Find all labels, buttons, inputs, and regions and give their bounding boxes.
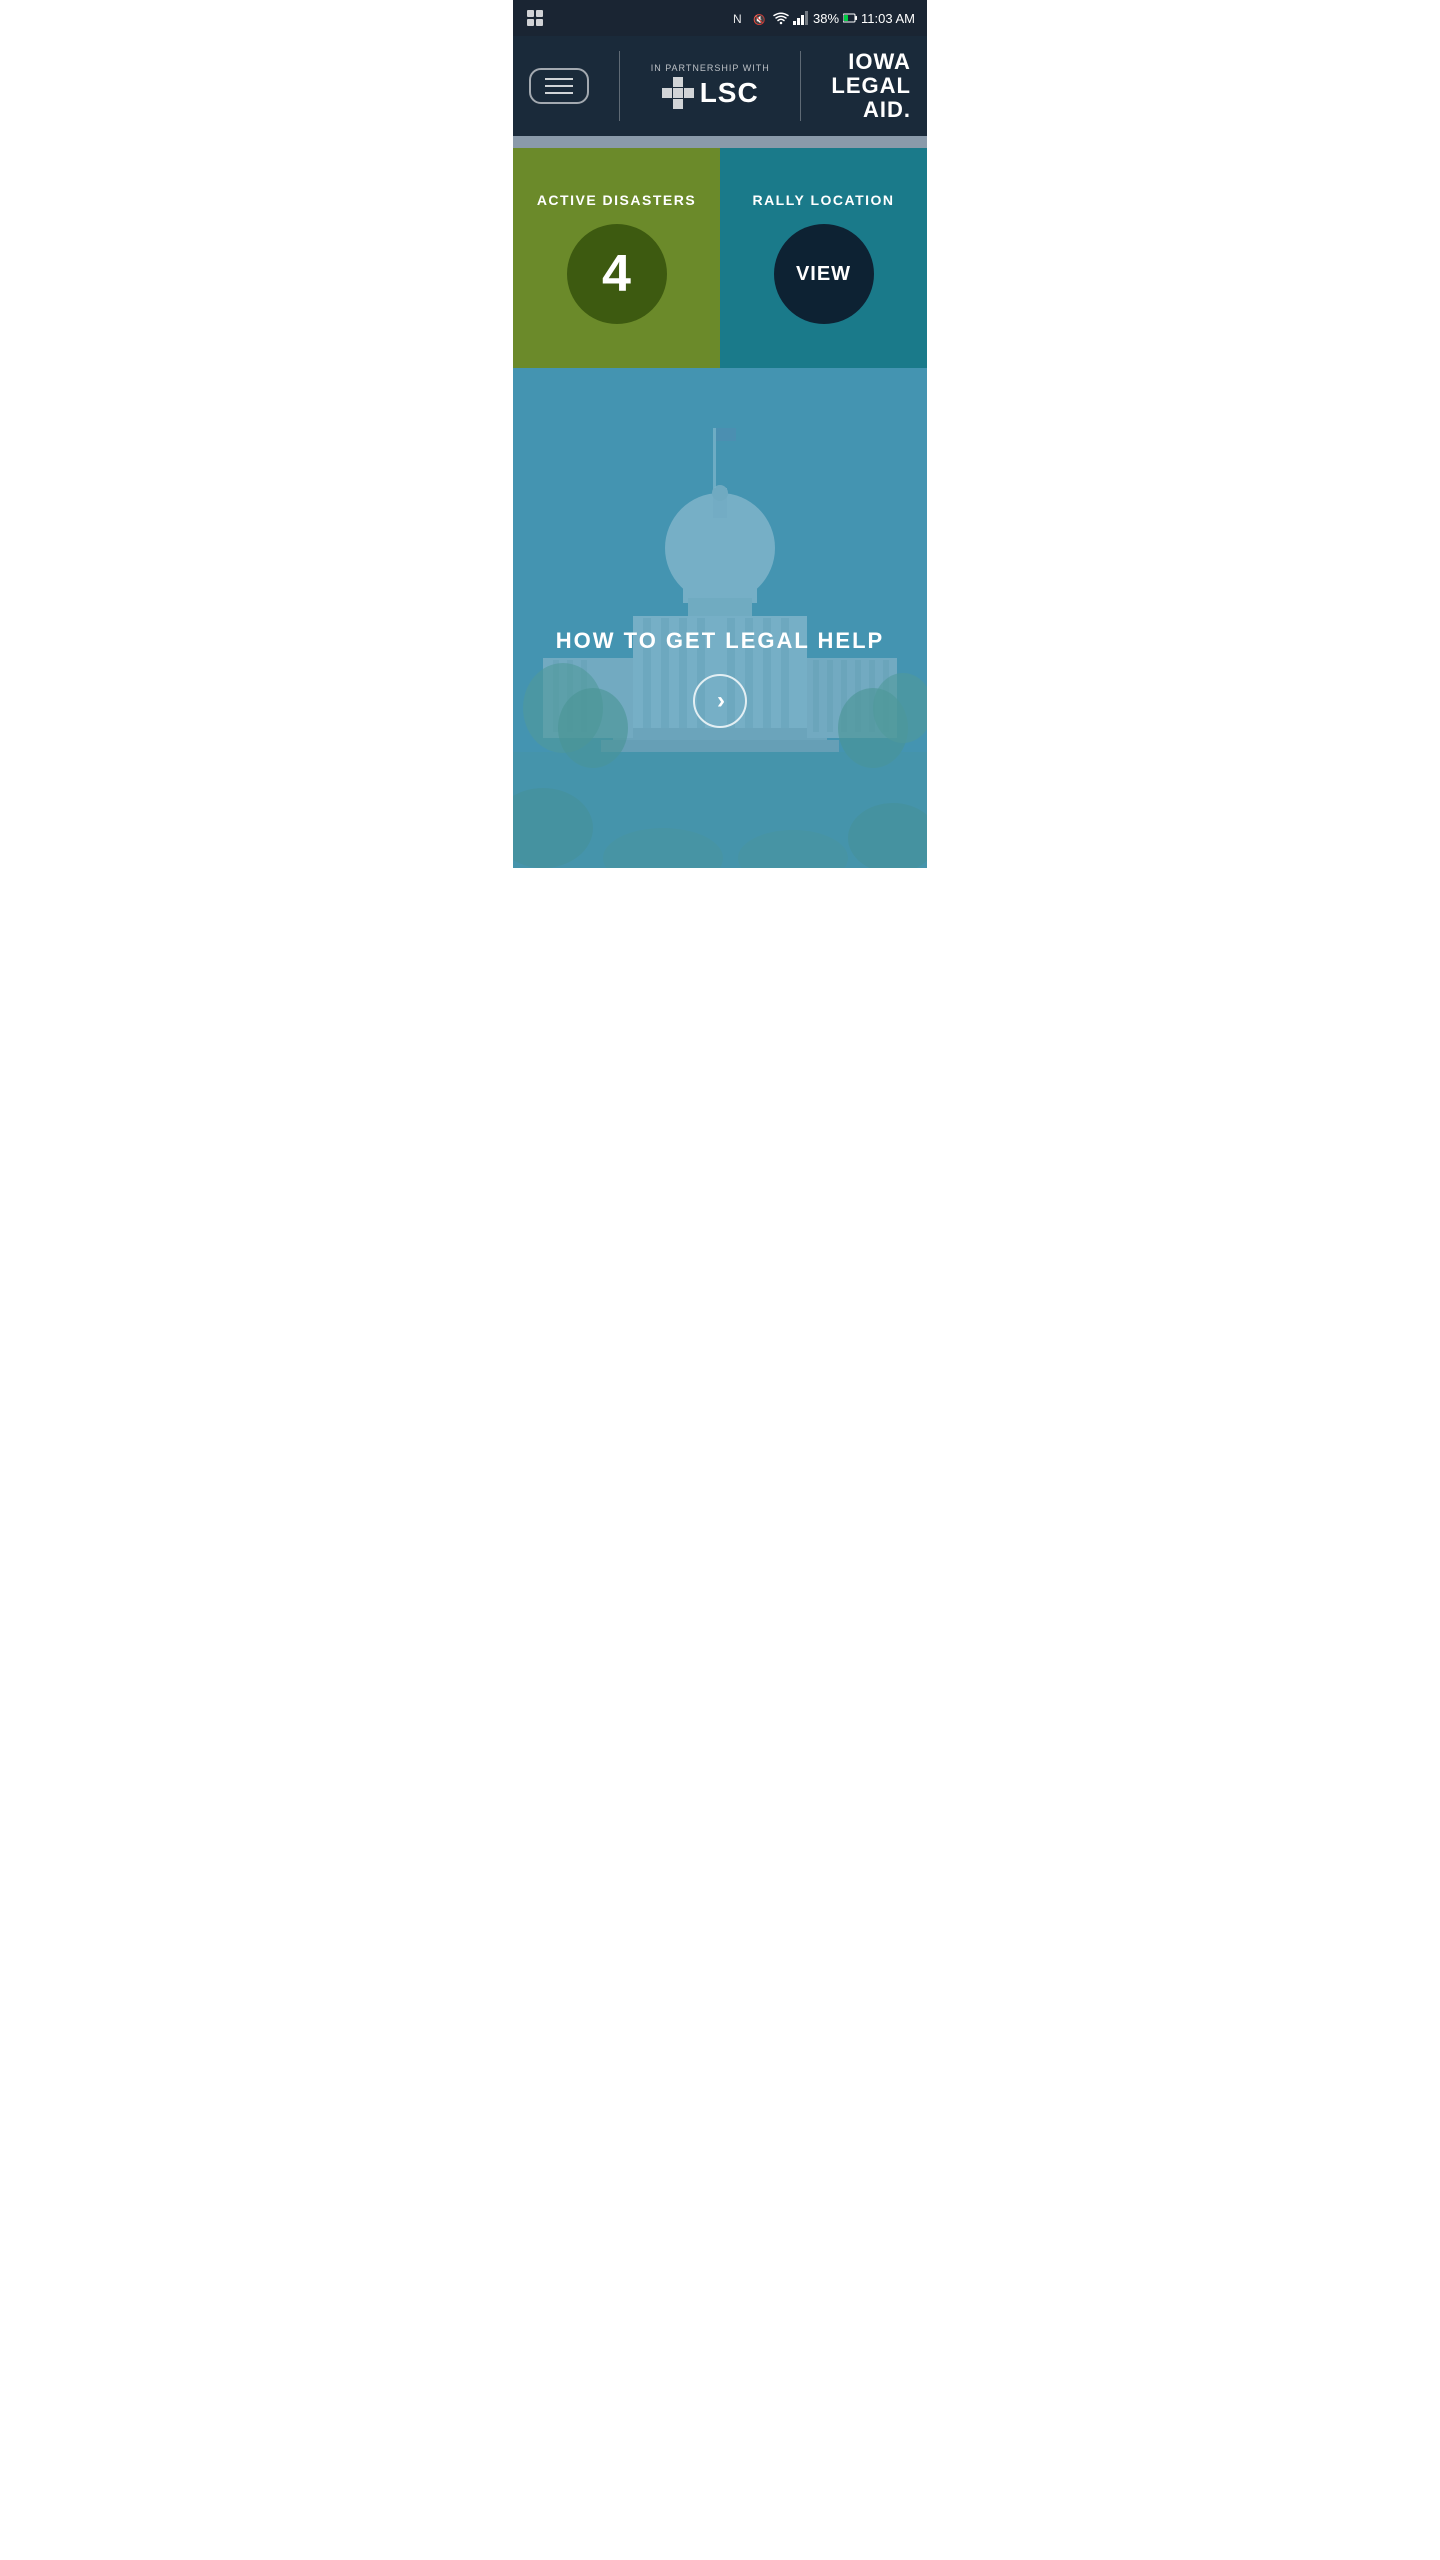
rally-location-label: RALLY LOCATION bbox=[752, 192, 894, 208]
nfc-icon: N bbox=[733, 10, 749, 26]
hamburger-line-3 bbox=[545, 92, 573, 94]
lsc-cross-icon bbox=[662, 77, 694, 109]
svg-text:N: N bbox=[733, 12, 742, 26]
aid-text: AID. bbox=[831, 98, 911, 122]
disasters-count-badge: 4 bbox=[567, 224, 667, 324]
legal-help-title: HOW TO GET LEGAL HELP bbox=[556, 628, 884, 654]
legal-text: LEGAL bbox=[831, 74, 911, 98]
battery-icon bbox=[843, 13, 857, 23]
disasters-count: 4 bbox=[602, 244, 631, 304]
hamburger-line-1 bbox=[545, 78, 573, 80]
rally-location-panel[interactable]: RALLY LOCATION VIEW bbox=[720, 148, 927, 368]
rally-view-label: VIEW bbox=[796, 263, 851, 286]
header: IN PARTNERSHIP WITH LSC IOWA LEGAL AID. bbox=[513, 36, 927, 136]
iowa-legal-aid-logo: IOWA LEGAL AID. bbox=[831, 50, 911, 123]
svg-text:🔇: 🔇 bbox=[753, 13, 765, 26]
status-right: N 🔇 38% 11:03 AM bbox=[733, 10, 915, 26]
signal-icon bbox=[793, 11, 809, 25]
iowa-text: IOWA bbox=[831, 50, 911, 74]
status-bar: N 🔇 38% 11:03 AM bbox=[513, 0, 927, 36]
lsc-main: LSC bbox=[662, 77, 759, 109]
lsc-label: LSC bbox=[700, 77, 759, 109]
menu-button[interactable] bbox=[529, 68, 589, 104]
capitol-background bbox=[513, 368, 927, 868]
legal-help-content: HOW TO GET LEGAL HELP › bbox=[556, 628, 884, 728]
hamburger-line-2 bbox=[545, 85, 573, 87]
legal-help-section[interactable]: HOW TO GET LEGAL HELP › bbox=[513, 368, 927, 868]
legal-help-arrow-button[interactable]: › bbox=[693, 674, 747, 728]
partnership-text: IN PARTNERSHIP WITH bbox=[651, 63, 770, 73]
lsc-logo: IN PARTNERSHIP WITH LSC bbox=[651, 63, 770, 109]
header-bottom-bar bbox=[513, 136, 927, 148]
header-divider-right bbox=[800, 51, 801, 121]
rally-view-badge: VIEW bbox=[774, 224, 874, 324]
app-icon bbox=[525, 8, 545, 28]
mute-icon: 🔇 bbox=[753, 10, 769, 26]
status-left bbox=[525, 8, 545, 28]
clock: 11:03 AM bbox=[861, 11, 915, 26]
wifi-icon bbox=[773, 11, 789, 25]
active-disasters-label: ACTIVE DISASTERS bbox=[537, 192, 696, 208]
header-divider-left bbox=[619, 51, 620, 121]
battery-level: 38% bbox=[813, 11, 839, 26]
active-disasters-panel[interactable]: ACTIVE DISASTERS 4 bbox=[513, 148, 720, 368]
arrow-right-icon: › bbox=[717, 687, 725, 715]
disaster-row: ACTIVE DISASTERS 4 RALLY LOCATION VIEW bbox=[513, 148, 927, 368]
